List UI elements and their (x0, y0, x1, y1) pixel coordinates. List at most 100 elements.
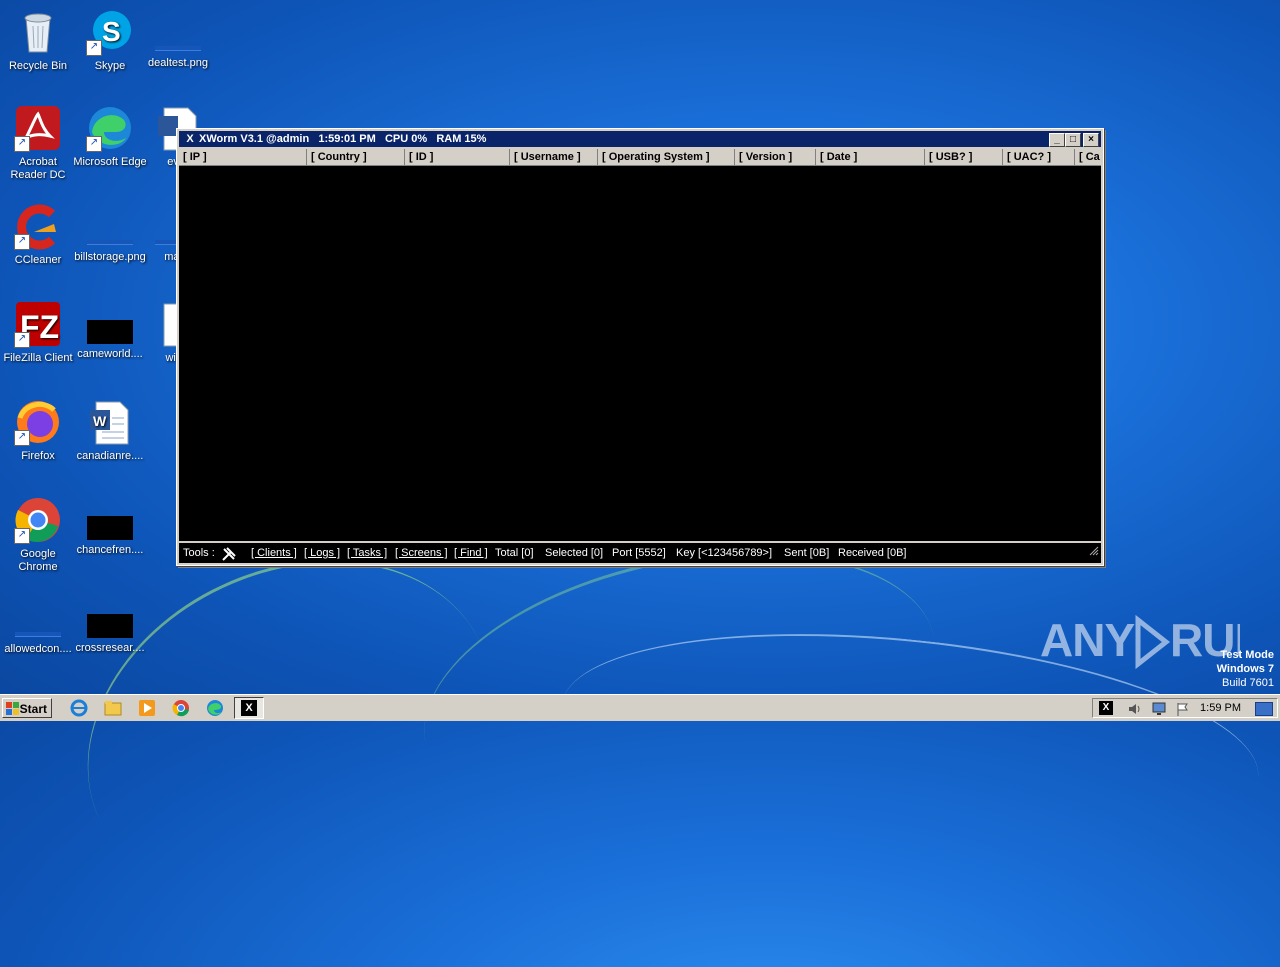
status-bar: Tools : [ Clients ] [ Logs ] [ Tasks ] [… (179, 543, 1101, 563)
column-usb[interactable]: [ USB? ] (925, 149, 1003, 165)
show-desktop-icon[interactable] (1255, 702, 1273, 716)
recycle-bin-icon (14, 8, 62, 56)
image-file-icon (87, 240, 133, 245)
window-title: XWorm V3.1 @admin 1:59:01 PM CPU 0% RAM … (199, 133, 487, 145)
find-link[interactable]: [ Find ] (454, 543, 488, 563)
selected-count: Selected [0] (545, 547, 604, 559)
column-username[interactable]: [ Username ] (510, 149, 598, 165)
action-center-flag-icon[interactable] (1175, 701, 1191, 722)
desktop-icon-label: Skype (94, 60, 126, 72)
column-version[interactable]: [ Version ] (735, 149, 816, 165)
app-x-icon: X (186, 133, 194, 145)
windows-flag-icon (6, 702, 20, 716)
desktop-icon-label: FileZilla Client (3, 352, 73, 364)
column-uac[interactable]: [ UAC? ] (1003, 149, 1075, 165)
desktop-icon-chrome[interactable]: ↗ Google Chrome (0, 496, 76, 574)
media-player-icon[interactable] (138, 699, 156, 717)
word-doc-icon: W (86, 398, 134, 446)
chrome-taskbar-icon[interactable] (172, 699, 190, 717)
desktop-icon-file[interactable]: allowedcon.... (0, 594, 76, 656)
taskbar-clock[interactable]: 1:59 PM (1200, 699, 1241, 717)
resize-grip-icon[interactable] (1089, 543, 1099, 556)
taskbar: Start X X 1:59 PM (0, 694, 1280, 721)
desktop-icon-skype[interactable]: S ↗ Skype (72, 8, 148, 73)
edge-icon: ↗ (86, 104, 134, 152)
desktop-icon-file[interactable]: dealtest.png (140, 8, 216, 70)
desktop-icon-file[interactable]: cameworld.... (72, 300, 148, 361)
column-operating-system[interactable]: [ Operating System ] (598, 149, 735, 165)
system-tray: X 1:59 PM (1092, 698, 1278, 718)
received-bytes: Received [0B] (838, 547, 907, 559)
tools-label: Tools : (183, 547, 215, 559)
svg-text:S: S (102, 16, 121, 47)
xworm-taskbar-button[interactable]: X (234, 697, 264, 719)
file-explorer-icon[interactable] (104, 699, 122, 717)
maximize-button[interactable]: □ (1065, 133, 1081, 147)
firefox-icon: ↗ (14, 398, 62, 446)
desktop-icon-label: CCleaner (14, 254, 62, 266)
desktop-icon-label: chancefren.... (76, 544, 144, 556)
window-titlebar[interactable]: X XWorm V3.1 @admin 1:59:01 PM CPU 0% RA… (179, 131, 1101, 147)
acrobat-icon: ↗ (14, 104, 62, 152)
chrome-icon: ↗ (14, 496, 62, 544)
image-file-icon (15, 632, 61, 637)
start-label: Start (19, 702, 47, 716)
desktop-icon-edge[interactable]: ↗ Microsoft Edge (72, 104, 148, 169)
skype-icon: S ↗ (86, 8, 134, 56)
tasks-link[interactable]: [ Tasks ] (347, 543, 387, 563)
desktop-icon-label: crossresear.... (75, 642, 145, 654)
desktop-icon-file[interactable]: billstorage.png (72, 202, 148, 264)
desktop-icon-firefox[interactable]: ↗ Firefox (0, 398, 76, 463)
image-file-icon (87, 320, 133, 344)
image-file-icon (87, 614, 133, 638)
desktop-icon-label: Google Chrome (18, 548, 58, 573)
desktop-icon-file[interactable]: chancefren.... (72, 496, 148, 557)
column-date[interactable]: [ Date ] (816, 149, 925, 165)
desktop-icon-label: cameworld.... (77, 348, 143, 360)
minimize-button[interactable]: _ (1049, 133, 1065, 147)
sent-bytes: Sent [0B] (784, 547, 830, 559)
desktop-icon-recycle-bin[interactable]: Recycle Bin (0, 8, 76, 73)
desktop-icon-file[interactable]: crossresear.... (72, 594, 148, 655)
svg-text:W: W (93, 413, 107, 429)
column-id[interactable]: [ ID ] (405, 149, 510, 165)
column-country[interactable]: [ Country ] (307, 149, 405, 165)
desktop-icon-label: canadianre.... (76, 450, 144, 462)
desktop-icon-ccleaner[interactable]: ↗ CCleaner (0, 202, 76, 267)
xworm-taskbar-icon: X (241, 700, 257, 716)
clients-link[interactable]: [ Clients ] (251, 543, 297, 563)
os-label: Windows 7 (1216, 663, 1274, 675)
column-camera[interactable]: [ Ca (1075, 149, 1101, 165)
test-mode-label: Test Mode (1220, 649, 1274, 661)
start-button[interactable]: Start (2, 698, 52, 718)
desktop-icon-label: Acrobat Reader DC (10, 156, 66, 181)
logs-link[interactable]: [ Logs ] (304, 543, 340, 563)
edge-taskbar-icon[interactable] (206, 699, 224, 717)
desktop-icon-label: Recycle Bin (8, 60, 68, 72)
volume-icon[interactable] (1127, 701, 1143, 722)
anyrun-logo: ANY RUN (1040, 614, 1268, 670)
client-list[interactable] (179, 166, 1101, 541)
desktop-icon-label: Microsoft Edge (73, 156, 147, 168)
column-ip[interactable]: [ IP ] (179, 149, 307, 165)
desktop-icon-label: billstorage.png (74, 251, 146, 263)
filezilla-icon: FZ ↗ (14, 300, 62, 348)
desktop-icon-label: Firefox (21, 450, 55, 462)
internet-explorer-icon[interactable] (70, 699, 88, 717)
network-icon[interactable] (1151, 701, 1167, 722)
test-mode-notice: Test Mode Windows 7 Build 7601 (1217, 648, 1274, 690)
image-file-icon (87, 516, 133, 540)
xworm-tray-icon[interactable]: X (1099, 701, 1113, 715)
svg-text:ANY: ANY (1040, 614, 1134, 666)
build-label: Build 7601 (1222, 677, 1274, 689)
desktop-icon-filezilla[interactable]: FZ ↗ FileZilla Client (0, 300, 76, 365)
anyrun-watermark: ANY RUN (1040, 610, 1268, 681)
tools-wrench-icon[interactable] (221, 546, 237, 562)
xworm-window[interactable]: X XWorm V3.1 @admin 1:59:01 PM CPU 0% RA… (176, 128, 1104, 566)
desktop-icon-word-doc[interactable]: W canadianre.... (72, 398, 148, 463)
close-button[interactable]: × (1083, 133, 1099, 147)
screens-link[interactable]: [ Screens ] (395, 543, 448, 563)
desktop-icon-acrobat[interactable]: ↗ Acrobat Reader DC (0, 104, 76, 182)
ccleaner-icon: ↗ (14, 202, 62, 250)
total-count: Total [0] (495, 547, 534, 559)
